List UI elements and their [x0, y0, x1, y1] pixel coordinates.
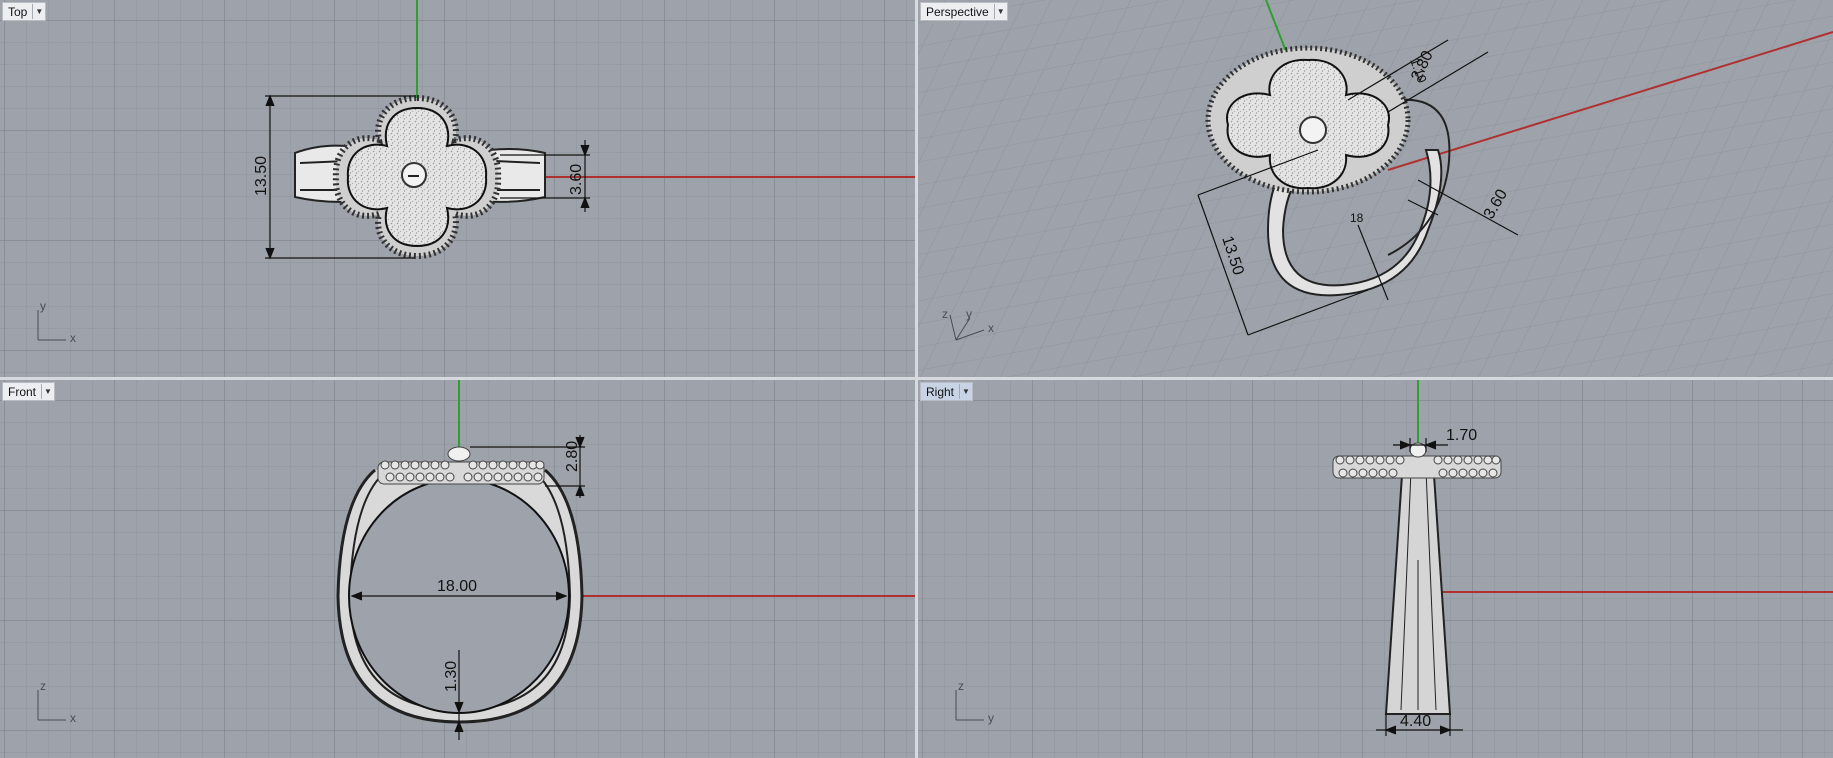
- perspective-scene[interactable]: 13.50 3.60 2.80 1.10 18 z y x: [918, 0, 1833, 377]
- viewport-title: Top: [8, 4, 28, 19]
- dim-4-40-label: 4.40: [1400, 713, 1431, 730]
- top-scene[interactable]: 13.50 3.60 y x: [0, 0, 915, 377]
- dim-3-60-label: 3.60: [568, 164, 585, 195]
- axis-x-label: x: [70, 331, 76, 345]
- triangle-down-icon[interactable]: ▼: [993, 4, 1007, 19]
- axis-y-label: y: [966, 307, 972, 321]
- viewport-front[interactable]: 18.00 2.80 1.30 z x Front ▼: [0, 380, 915, 758]
- dim-1-70-label: 1.70: [1446, 427, 1477, 444]
- viewport-title: Front: [8, 384, 37, 399]
- axis-z-label: z: [40, 679, 46, 693]
- dim-2-80-label: 2.80: [564, 441, 581, 472]
- viewport-tab-perspective[interactable]: Perspective ▼: [920, 2, 1008, 21]
- axis-y-label: y: [988, 711, 994, 725]
- viewport-tab-top[interactable]: Top ▼: [2, 2, 47, 21]
- viewport-title: Perspective: [926, 4, 989, 19]
- viewport-perspective[interactable]: 13.50 3.60 2.80 1.10 18 z y x Perspectiv…: [918, 0, 1833, 377]
- triangle-down-icon[interactable]: ▼: [32, 4, 45, 19]
- dim-18-00-label: 18.00: [437, 578, 477, 595]
- dim-1-30-label: 1.30: [443, 661, 460, 692]
- triangle-down-icon[interactable]: ▼: [959, 384, 972, 399]
- axis-x-label: x: [988, 321, 994, 335]
- viewport-title: Right: [926, 384, 955, 399]
- dim-13-50-label: 13.50: [253, 156, 270, 196]
- axis-z-label: z: [942, 307, 948, 321]
- viewport-tab-right[interactable]: Right ▼: [920, 382, 974, 401]
- triangle-down-icon[interactable]: ▼: [41, 384, 54, 399]
- axis-x-label: x: [70, 711, 76, 725]
- clover-motif-perspective: [1205, 45, 1411, 195]
- viewport-tab-front[interactable]: Front ▼: [2, 382, 56, 401]
- viewport-top[interactable]: 13.50 3.60 y x Top ▼: [0, 0, 915, 377]
- right-scene[interactable]: 1.70 4.40 z y: [918, 380, 1833, 758]
- dim-persp-18-label: 18: [1350, 211, 1364, 225]
- viewport-right[interactable]: 1.70 4.40 z y Right ▼: [918, 380, 1833, 758]
- front-scene[interactable]: 18.00 2.80 1.30 z x: [0, 380, 915, 758]
- axis-y-label: y: [40, 299, 46, 313]
- axis-z-label: z: [958, 679, 964, 693]
